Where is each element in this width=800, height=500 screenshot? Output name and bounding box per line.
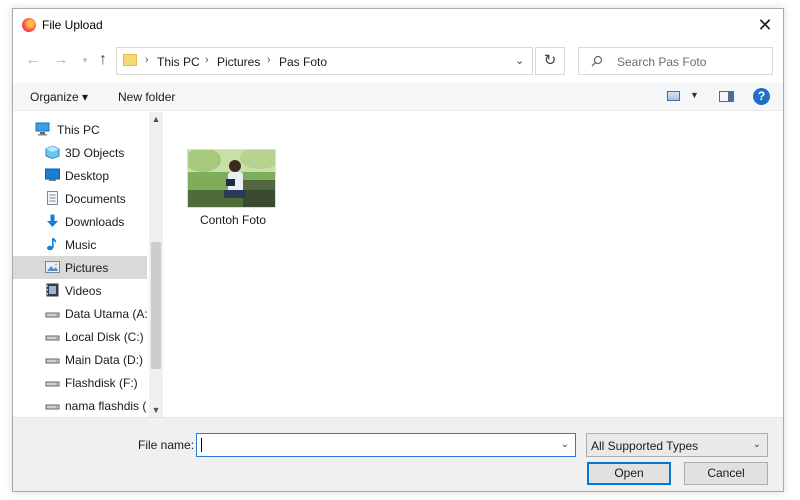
search-icon bbox=[591, 55, 603, 67]
file-type-dropdown-icon[interactable]: ⌄ bbox=[753, 439, 761, 450]
sidebar-item-flashdisk[interactable]: Flashdisk (F:) bbox=[13, 371, 147, 394]
search-input[interactable]: Search Pas Foto bbox=[578, 47, 773, 75]
command-toolbar: Organize ▾ New folder ▼ ? bbox=[13, 83, 783, 111]
firefox-icon bbox=[22, 18, 36, 32]
drive-icon bbox=[45, 312, 60, 318]
file-name-field-label: File name: bbox=[138, 438, 195, 452]
drive-icon bbox=[45, 404, 60, 410]
view-options-icon[interactable] bbox=[667, 91, 680, 101]
open-button[interactable]: Open bbox=[587, 462, 671, 485]
organize-button[interactable]: Organize ▾ bbox=[30, 90, 88, 104]
scroll-up-icon[interactable]: ▲ bbox=[149, 112, 163, 126]
sidebar-item-data-utama[interactable]: Data Utama (A:) bbox=[13, 302, 147, 325]
scroll-thumb[interactable] bbox=[151, 242, 161, 369]
new-folder-button[interactable]: New folder bbox=[118, 90, 175, 104]
sidebar-item-pictures[interactable]: Pictures bbox=[13, 256, 147, 279]
breadcrumb-separator-icon[interactable]: › bbox=[205, 54, 209, 66]
sidebar-item-label: Downloads bbox=[65, 215, 125, 229]
music-icon bbox=[47, 238, 57, 251]
file-name-label: Contoh Foto bbox=[199, 213, 267, 227]
view-dropdown-icon[interactable]: ▼ bbox=[690, 90, 699, 100]
file-name-input[interactable]: ⌄ bbox=[196, 433, 576, 457]
breadcrumb-this-pc[interactable]: This PC bbox=[157, 55, 200, 69]
3d-objects-icon bbox=[45, 145, 60, 159]
breadcrumb-pas-foto[interactable]: Pas Foto bbox=[279, 55, 327, 69]
sidebar-item-documents[interactable]: Documents bbox=[13, 187, 147, 210]
close-button[interactable]: ✕ bbox=[751, 12, 779, 38]
downloads-icon bbox=[47, 214, 58, 227]
breadcrumb-separator-icon[interactable]: › bbox=[267, 54, 271, 66]
back-arrow-icon[interactable]: ← bbox=[23, 50, 43, 70]
sidebar-item-desktop[interactable]: Desktop bbox=[13, 164, 147, 187]
sidebar-item-3d-objects[interactable]: 3D Objects bbox=[13, 141, 147, 164]
sidebar-item-label: nama flashdis (G bbox=[65, 399, 147, 413]
folder-icon bbox=[123, 54, 137, 66]
text-caret bbox=[201, 438, 202, 452]
file-type-select[interactable]: All Supported Types ⌄ bbox=[586, 433, 768, 457]
sidebar-item-label: Desktop bbox=[65, 169, 110, 183]
dialog-title: File Upload bbox=[42, 18, 103, 32]
address-dropdown-icon[interactable]: ⌄ bbox=[515, 54, 524, 67]
sidebar-item-label: Data Utama (A:) bbox=[65, 307, 147, 321]
scroll-down-icon[interactable]: ▼ bbox=[149, 403, 163, 417]
navigation-pane: This PC 3D Objects Desktop Documents Dow… bbox=[13, 112, 163, 417]
drive-icon bbox=[45, 358, 60, 364]
sidebar-item-label: Local Disk (C:) bbox=[65, 330, 144, 344]
navigation-scrollbar[interactable]: ▲ ▼ bbox=[149, 112, 163, 417]
breadcrumb-separator-icon[interactable]: › bbox=[145, 54, 149, 66]
refresh-button[interactable]: ↻ bbox=[535, 47, 565, 75]
photo-thumbnail bbox=[187, 149, 276, 208]
this-pc-icon bbox=[35, 122, 50, 136]
search-placeholder: Search Pas Foto bbox=[617, 55, 707, 69]
cancel-button[interactable]: Cancel bbox=[684, 462, 768, 485]
sidebar-item-label: Main Data (D:) bbox=[65, 353, 144, 367]
sidebar-item-label: Music bbox=[65, 238, 97, 252]
pictures-icon bbox=[45, 261, 60, 273]
sidebar-item-label: Documents bbox=[65, 192, 126, 206]
sidebar-item-local-disk[interactable]: Local Disk (C:) bbox=[13, 325, 147, 348]
desktop-icon bbox=[45, 168, 60, 181]
file-type-value: All Supported Types bbox=[591, 439, 699, 453]
drive-icon bbox=[45, 381, 60, 387]
forward-arrow-icon[interactable]: → bbox=[51, 50, 71, 70]
file-list-area[interactable]: Contoh Foto bbox=[163, 112, 783, 417]
sidebar-item-label: Flashdisk (F:) bbox=[65, 376, 138, 390]
file-name-dropdown-icon[interactable]: ⌄ bbox=[561, 439, 569, 450]
sidebar-item-nama-flashdis[interactable]: nama flashdis (G bbox=[13, 394, 147, 417]
sidebar-item-main-data[interactable]: Main Data (D:) bbox=[13, 348, 147, 371]
sidebar-item-downloads[interactable]: Downloads bbox=[13, 210, 147, 233]
recent-locations-dropdown-icon[interactable]: ▾ bbox=[75, 50, 95, 70]
address-bar[interactable]: › This PC › Pictures › Pas Foto ⌄ bbox=[116, 47, 533, 75]
drive-icon bbox=[45, 335, 60, 341]
file-item[interactable]: Contoh Foto bbox=[185, 149, 281, 235]
bottom-bar: File name: ⌄ All Supported Types ⌄ Open … bbox=[13, 417, 783, 491]
sidebar-item-music[interactable]: Music bbox=[13, 233, 147, 256]
title-bar: File Upload ✕ bbox=[13, 9, 783, 42]
videos-icon bbox=[46, 283, 59, 297]
sidebar-item-this-pc[interactable]: This PC bbox=[13, 118, 147, 141]
photo-thumbnail-image bbox=[188, 150, 275, 207]
preview-pane-icon[interactable] bbox=[719, 91, 734, 102]
up-arrow-icon[interactable]: ↑ bbox=[93, 50, 113, 70]
breadcrumb-pictures[interactable]: Pictures bbox=[217, 55, 260, 69]
sidebar-item-label: Videos bbox=[65, 284, 102, 298]
documents-icon bbox=[47, 191, 58, 205]
sidebar-item-videos[interactable]: Videos bbox=[13, 279, 147, 302]
help-icon[interactable]: ? bbox=[753, 88, 770, 105]
sidebar-item-label: Pictures bbox=[65, 261, 109, 275]
sidebar-item-label: 3D Objects bbox=[65, 146, 125, 160]
file-upload-dialog: File Upload ✕ ← → ▾ ↑ › This PC › Pictur… bbox=[12, 8, 784, 492]
sidebar-item-label: This PC bbox=[57, 123, 100, 137]
